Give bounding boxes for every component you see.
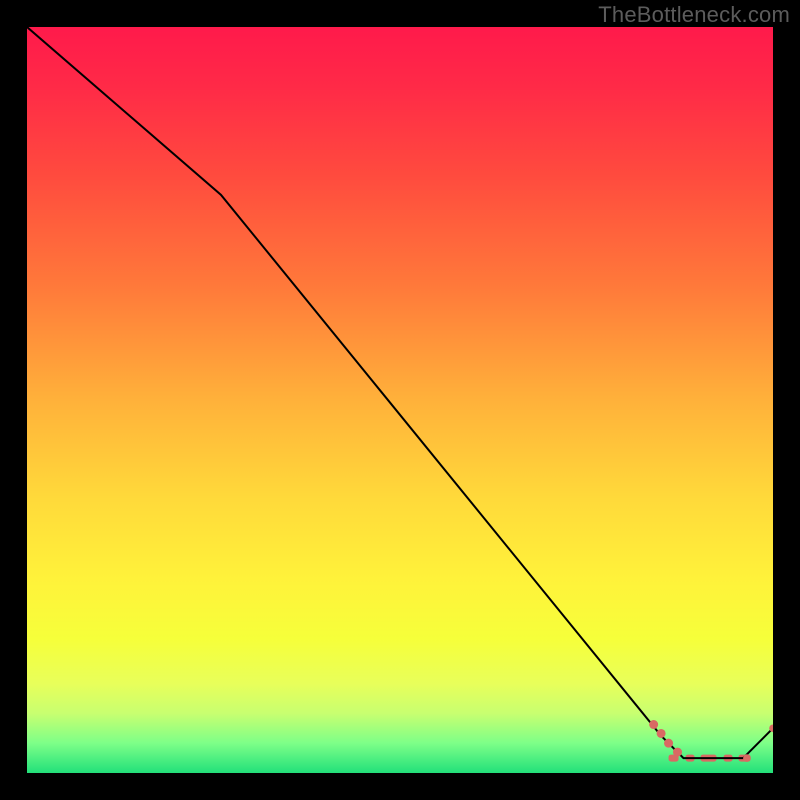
chart-svg bbox=[27, 27, 773, 773]
chart-stage: TheBottleneck.com bbox=[0, 0, 800, 800]
data-marker bbox=[743, 754, 751, 762]
gradient-background bbox=[27, 27, 773, 773]
data-marker bbox=[657, 729, 666, 738]
data-marker bbox=[673, 748, 682, 757]
watermark-text: TheBottleneck.com bbox=[598, 2, 790, 28]
data-marker bbox=[664, 739, 673, 748]
data-marker bbox=[649, 720, 658, 729]
plot-area bbox=[27, 27, 773, 773]
